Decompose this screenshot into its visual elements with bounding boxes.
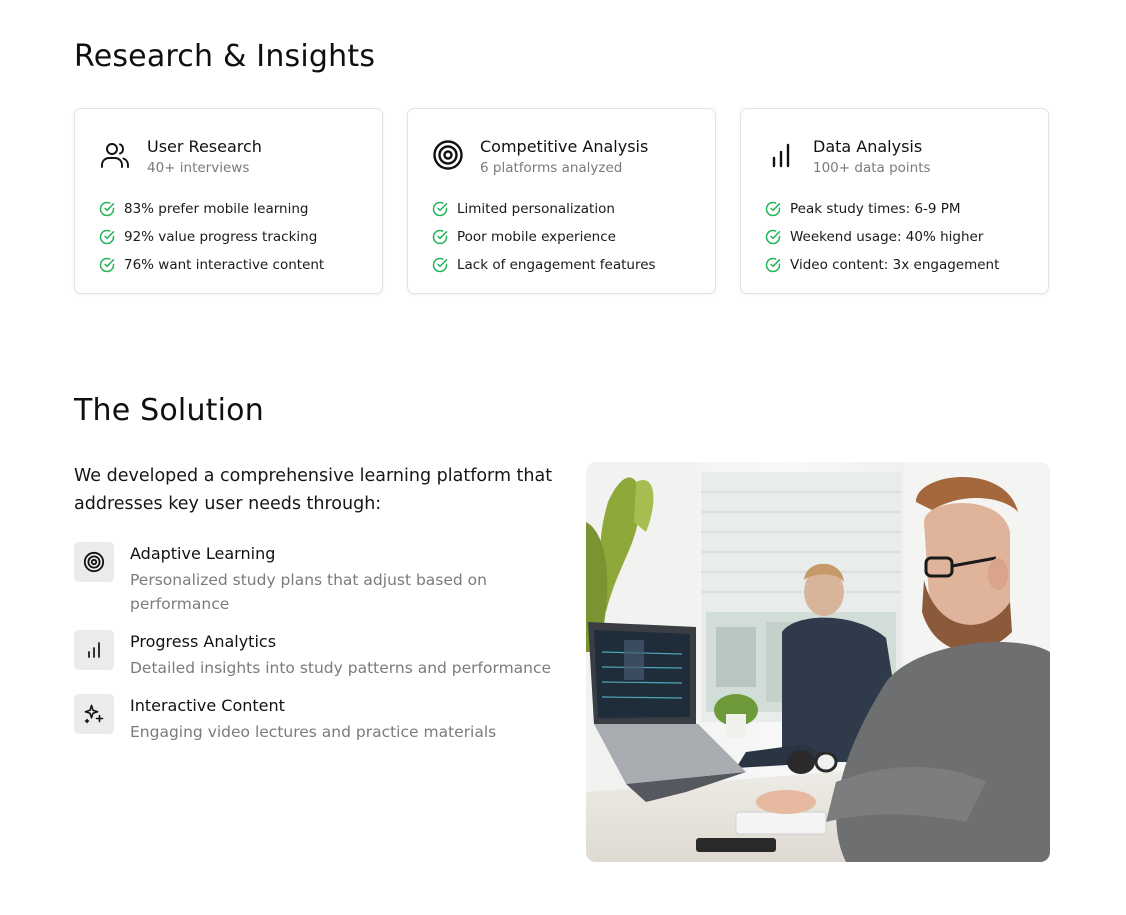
bar-chart-icon — [88, 642, 100, 658]
feature-icon-box — [74, 542, 114, 582]
check-circle-icon — [432, 201, 448, 217]
target-icon — [83, 551, 105, 573]
insight-item: Weekend usage: 40% higher — [765, 223, 999, 251]
insight-item: Lack of engagement features — [432, 251, 656, 279]
feature-title: Adaptive Learning — [130, 544, 276, 563]
feature-icon-box — [74, 694, 114, 734]
solution-section-title: The Solution — [74, 393, 264, 428]
insight-list: Limited personalization Poor mobile expe… — [432, 195, 656, 279]
insight-item: Video content: 3x engagement — [765, 251, 999, 279]
insight-item: 83% prefer mobile learning — [99, 195, 324, 223]
insight-item: Peak study times: 6-9 PM — [765, 195, 999, 223]
insight-text: 83% prefer mobile learning — [124, 201, 309, 217]
feature-description: Engaging video lectures and practice mat… — [130, 723, 497, 741]
users-icon — [101, 143, 129, 168]
solution-photo — [586, 462, 1050, 862]
card-title: Competitive Analysis — [480, 137, 649, 156]
insight-text: Peak study times: 6-9 PM — [790, 201, 961, 217]
feature-description: Personalized study plans that adjust bas… — [130, 571, 487, 613]
insight-item: Poor mobile experience — [432, 223, 656, 251]
insight-text: Poor mobile experience — [457, 229, 616, 245]
check-circle-icon — [765, 257, 781, 273]
feature-description: Detailed insights into study patterns an… — [130, 659, 552, 677]
insight-item: 92% value progress tracking — [99, 223, 324, 251]
insight-text: Lack of engagement features — [457, 257, 656, 273]
check-circle-icon — [99, 229, 115, 245]
card-subtitle: 6 platforms analyzed — [480, 160, 623, 176]
insight-list: Peak study times: 6-9 PM Weekend usage: … — [765, 195, 999, 279]
check-circle-icon — [99, 201, 115, 217]
insight-item: 76% want interactive content — [99, 251, 324, 279]
check-circle-icon — [99, 257, 115, 273]
check-circle-icon — [765, 201, 781, 217]
check-circle-icon — [765, 229, 781, 245]
target-icon — [433, 140, 463, 170]
research-card-user-research: User Research 40+ interviews 83% prefer … — [74, 108, 383, 294]
card-subtitle: 100+ data points — [813, 160, 931, 176]
insight-text: Weekend usage: 40% higher — [790, 229, 984, 245]
insight-list: 83% prefer mobile learning 92% value pro… — [99, 195, 324, 279]
insight-text: 92% value progress tracking — [124, 229, 318, 245]
insight-text: Limited personalization — [457, 201, 615, 217]
card-subtitle: 40+ interviews — [147, 160, 250, 176]
feature-icon-box — [74, 630, 114, 670]
feature-title: Interactive Content — [130, 696, 285, 715]
office-workers-image — [586, 462, 1050, 862]
research-card-data-analysis: Data Analysis 100+ data points Peak stud… — [740, 108, 1049, 294]
solution-intro: We developed a comprehensive learning pl… — [74, 466, 553, 514]
bar-chart-icon — [772, 143, 790, 168]
insight-text: Video content: 3x engagement — [790, 257, 1000, 273]
feature-title: Progress Analytics — [130, 632, 277, 651]
research-section-title: Research & Insights — [74, 39, 376, 74]
check-circle-icon — [432, 257, 448, 273]
insight-item: Limited personalization — [432, 195, 656, 223]
sparkles-icon — [84, 704, 104, 724]
card-title: Data Analysis — [813, 137, 923, 156]
check-circle-icon — [432, 229, 448, 245]
research-card-competitive-analysis: Competitive Analysis 6 platforms analyze… — [407, 108, 716, 294]
card-title: User Research — [147, 137, 262, 156]
insight-text: 76% want interactive content — [124, 257, 325, 273]
